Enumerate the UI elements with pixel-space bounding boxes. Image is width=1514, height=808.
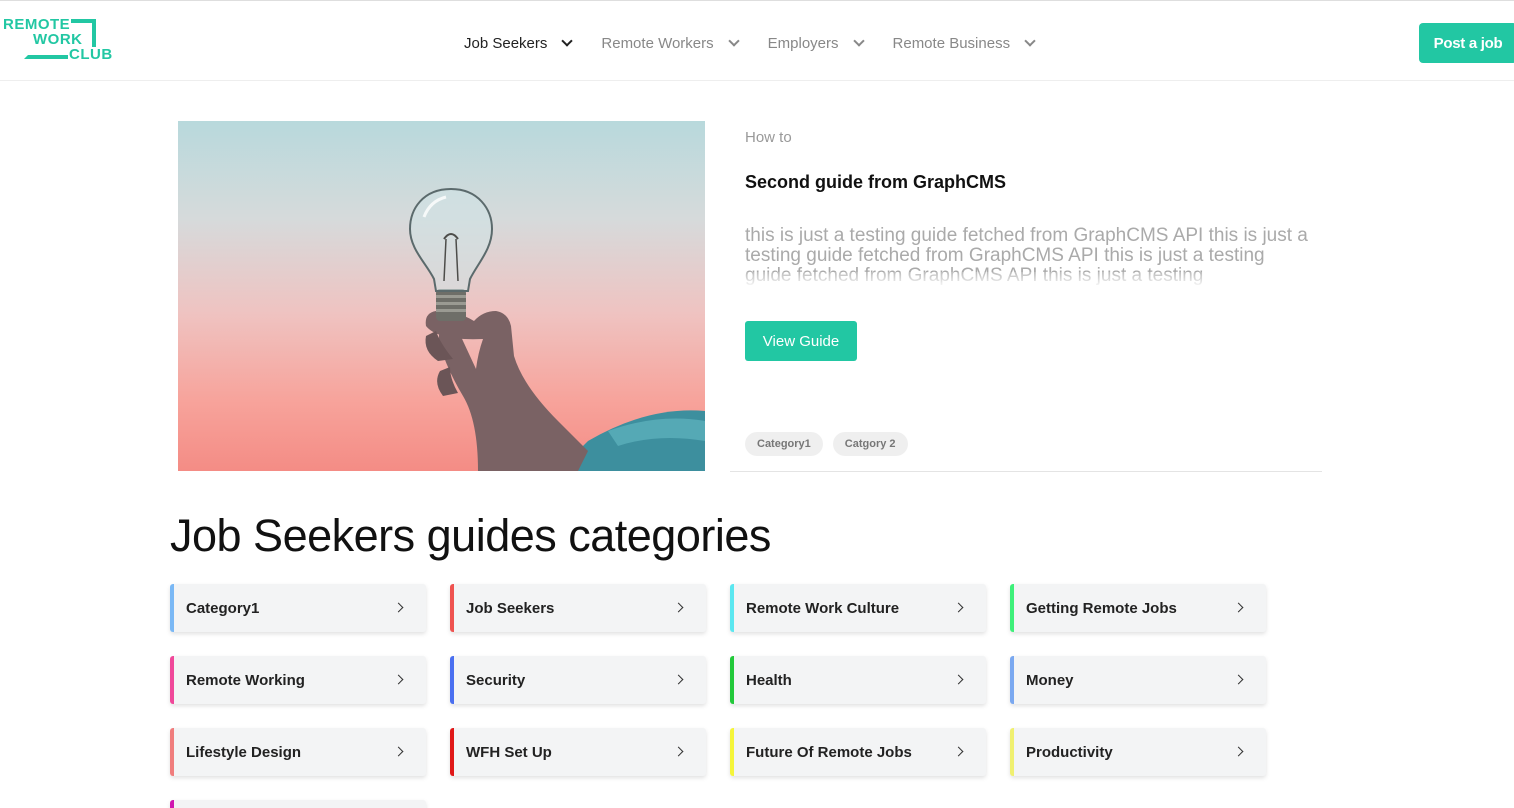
logo-text-line3: CLUB	[68, 46, 114, 63]
main-nav: Job Seekers Remote Workers Employers Rem…	[464, 31, 1064, 55]
post-a-job-button[interactable]: Post a job	[1419, 23, 1514, 63]
guide-tags: Category1 Catgory 2	[745, 432, 918, 456]
chevron-right-icon	[1233, 602, 1244, 613]
chevron-right-icon	[673, 746, 684, 757]
nav-item-label: Employers	[767, 34, 839, 52]
guide-description: this is just a testing guide fetched fro…	[745, 226, 1310, 288]
category-label: Money	[1026, 671, 1074, 689]
chevron-right-icon	[393, 746, 404, 757]
category-label: Getting Remote Jobs	[1026, 599, 1177, 617]
featured-guide-card: How to Second guide from GraphCMS this i…	[730, 121, 1322, 472]
category-card[interactable]: Remote Working	[170, 656, 426, 704]
view-guide-button[interactable]: View Guide	[745, 321, 857, 361]
category-label: WFH Set Up	[466, 743, 552, 761]
lightbulb-hand-image	[178, 121, 705, 471]
category-card[interactable]: Category1	[170, 584, 426, 632]
chevron-right-icon	[1233, 746, 1244, 757]
tag-chip[interactable]: Category1	[745, 432, 823, 456]
category-card[interactable]: Getting Remote Jobs	[1010, 584, 1266, 632]
chevron-down-icon	[727, 34, 740, 47]
chevron-down-icon	[1024, 34, 1036, 47]
category-label: Security	[466, 671, 526, 689]
category-card[interactable]: Health	[730, 656, 986, 704]
category-label: Lifestyle Design	[186, 743, 302, 761]
nav-item-label: Remote Business	[892, 34, 1011, 52]
chevron-right-icon	[393, 674, 404, 685]
chevron-right-icon	[953, 746, 964, 757]
category-card[interactable]: Money	[1010, 656, 1266, 704]
category-label: Remote Work Culture	[746, 599, 900, 617]
category-label: Remote Working	[186, 671, 305, 689]
site-header: REMOTE WORK CLUB Job Seekers Remote Work…	[0, 1, 1514, 81]
chevron-right-icon	[953, 674, 964, 685]
category-card[interactable]: Remote Work Culture	[730, 584, 986, 632]
category-card[interactable]	[170, 800, 426, 808]
nav-item-job-seekers[interactable]: Job Seekers	[464, 34, 574, 52]
categories-heading: Job Seekers guides categories	[170, 510, 771, 561]
guide-kicker: How to	[745, 129, 792, 146]
chevron-right-icon	[1233, 674, 1244, 685]
chevron-down-icon	[561, 34, 574, 47]
nav-item-label: Job Seekers	[464, 34, 548, 52]
chevron-right-icon	[393, 602, 404, 613]
remote-work-club-logo[interactable]: REMOTE WORK CLUB	[2, 17, 114, 65]
category-label: Future Of Remote Jobs	[746, 743, 912, 761]
category-card[interactable]: Productivity	[1010, 728, 1266, 776]
chevron-right-icon	[953, 602, 964, 613]
guide-title[interactable]: Second guide from GraphCMS	[745, 172, 1006, 193]
category-label: Job Seekers	[466, 599, 555, 617]
logo-text-line1: REMOTE	[2, 16, 72, 33]
chevron-right-icon	[673, 602, 684, 613]
nav-item-remote-business[interactable]: Remote Business	[892, 34, 1036, 52]
logo-text-line2: WORK	[33, 31, 83, 48]
chevron-down-icon	[852, 34, 865, 47]
tag-chip[interactable]: Catgory 2	[832, 432, 908, 456]
category-label: Category1	[186, 599, 260, 617]
chevron-right-icon	[673, 674, 684, 685]
category-label: Health	[746, 671, 792, 689]
nav-item-label: Remote Workers	[601, 34, 714, 52]
category-card[interactable]: Job Seekers	[450, 584, 706, 632]
category-label: Productivity	[1026, 743, 1113, 761]
nav-item-employers[interactable]: Employers	[767, 34, 865, 52]
category-card[interactable]: WFH Set Up	[450, 728, 706, 776]
nav-item-remote-workers[interactable]: Remote Workers	[601, 34, 740, 52]
category-card[interactable]: Future Of Remote Jobs	[730, 728, 986, 776]
category-card[interactable]: Lifestyle Design	[170, 728, 426, 776]
category-card[interactable]: Security	[450, 656, 706, 704]
